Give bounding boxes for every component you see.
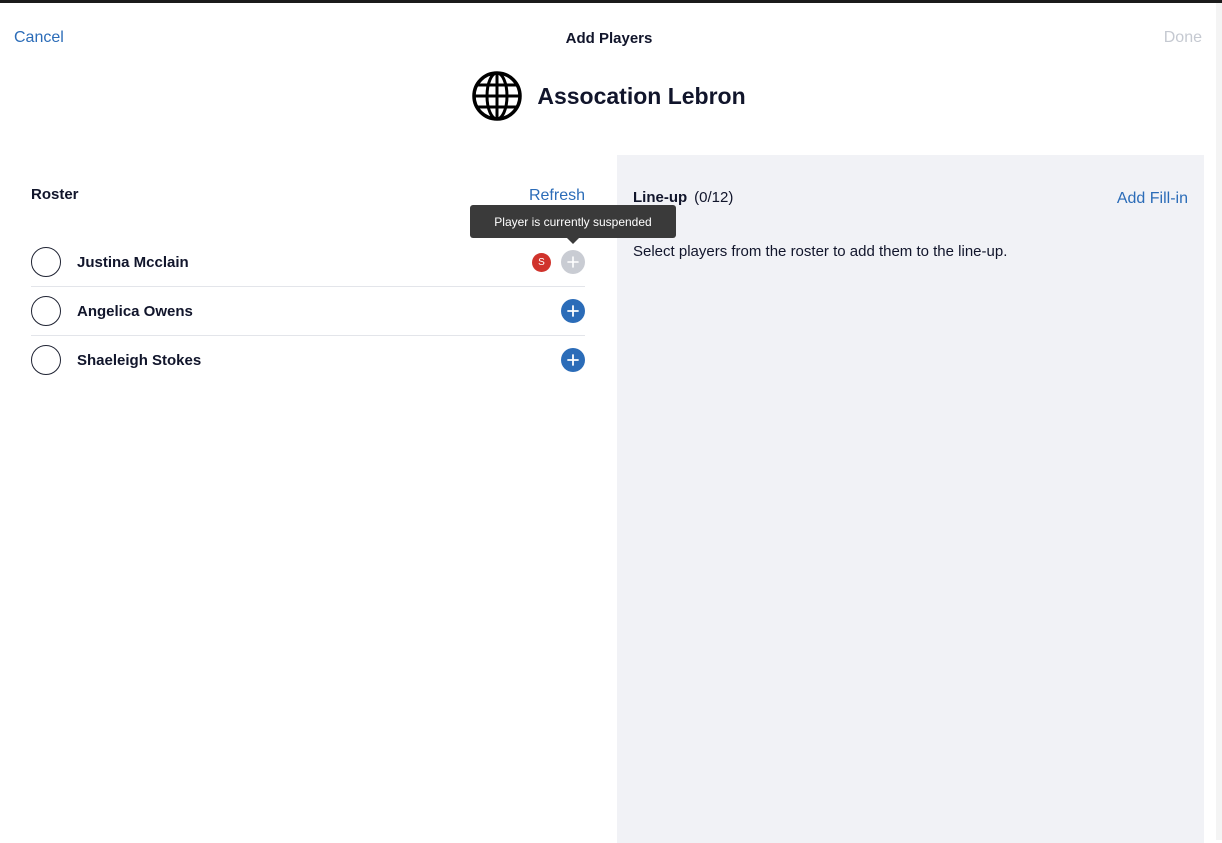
lineup-title-label: Line-up [633, 189, 688, 206]
row-actions [561, 336, 585, 384]
refresh-button[interactable]: Refresh [529, 187, 585, 205]
add-players-modal: Cancel Add Players Done Assocation Lebro… [0, 3, 1218, 843]
avatar [31, 247, 61, 277]
plus-icon [567, 256, 579, 268]
roster-list: Justina Mcclain S Angelica Owens Shaelei… [31, 238, 585, 384]
row-actions [561, 287, 585, 335]
plus-icon [567, 305, 579, 317]
globe-icon [472, 71, 523, 121]
roster-title: Roster [31, 186, 79, 203]
plus-icon [567, 354, 579, 366]
lineup-help-text: Select players from the roster to add th… [633, 243, 1008, 260]
lineup-title: Line-up (0/12) [633, 189, 733, 206]
avatar [31, 296, 61, 326]
player-name: Shaeleigh Stokes [77, 351, 202, 369]
done-button[interactable]: Done [1164, 29, 1202, 47]
modal-title: Add Players [565, 30, 653, 47]
player-name: Justina Mcclain [77, 253, 189, 271]
player-name: Angelica Owens [77, 302, 193, 320]
add-fillin-button[interactable]: Add Fill-in [1117, 190, 1188, 208]
add-player-button[interactable] [561, 299, 585, 323]
team-name: Assocation Lebron [537, 82, 746, 109]
suspended-tooltip: Player is currently suspended [470, 205, 676, 244]
add-player-button[interactable] [561, 250, 585, 274]
list-item: Angelica Owens [31, 287, 585, 336]
row-actions: S [532, 238, 585, 286]
avatar [31, 345, 61, 375]
window-edge [1215, 3, 1222, 840]
add-player-button[interactable] [561, 348, 585, 372]
team-header: Assocation Lebron [0, 71, 1218, 121]
lineup-count: (0/12) [694, 189, 734, 206]
suspended-badge[interactable]: S [532, 252, 551, 272]
lineup-panel: Line-up (0/12) Add Fill-in Select players… [617, 155, 1204, 843]
list-item: Shaeleigh Stokes [31, 336, 585, 384]
list-item: Justina Mcclain S [31, 238, 585, 287]
